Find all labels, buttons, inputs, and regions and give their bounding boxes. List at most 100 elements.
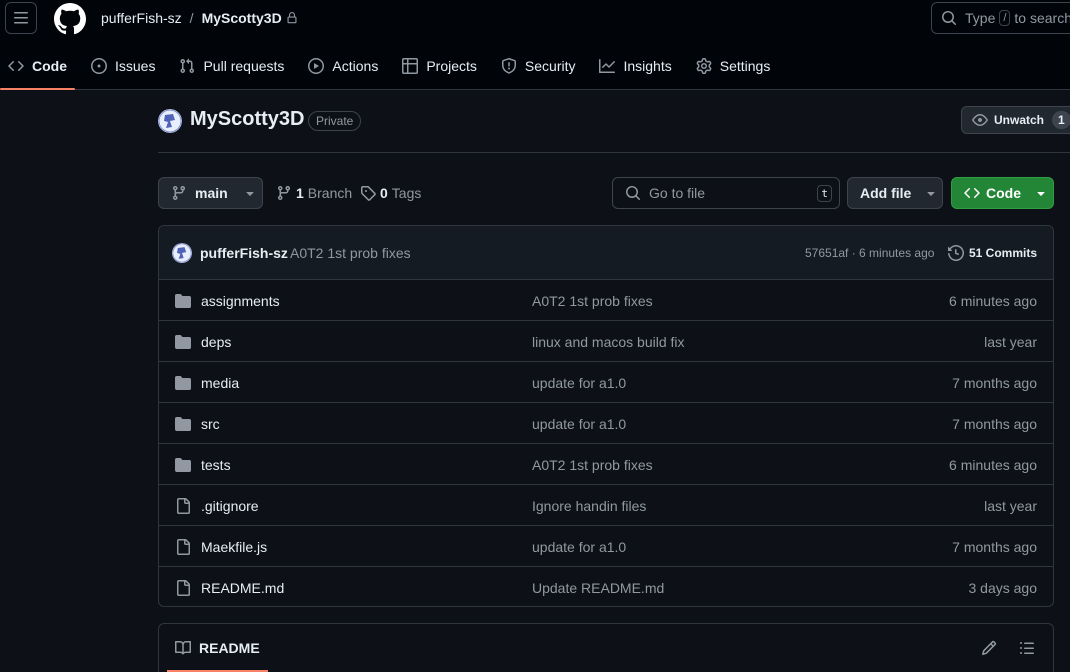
file-commit-message[interactable]: linux and macos build fix [532,334,685,350]
history-icon [948,245,964,261]
search-icon [942,11,957,26]
add-file-label: Add file [860,185,912,201]
breadcrumb: pufferFish-sz / MyScotty3D [101,10,298,26]
file-row[interactable]: .gitignore Ignore handin files last year [159,485,1053,526]
file-row[interactable]: src update for a1.0 7 months ago [159,403,1053,444]
branches-link[interactable]: 1 Branch [276,185,352,201]
commits-history-link[interactable]: 51 Commits [948,245,1037,261]
branch-select-button[interactable]: main [158,177,263,209]
file-name[interactable]: .gitignore [201,498,259,514]
file-row[interactable]: media update for a1.0 7 months ago [159,362,1053,403]
search-placeholder-suffix: to search [1014,10,1070,26]
file-name[interactable]: Maekfile.js [201,539,267,555]
tab-actions-label: Actions [332,58,379,74]
file-commit-message[interactable]: A0T2 1st prob fixes [532,293,653,309]
file-name[interactable]: README.md [201,580,284,596]
file-commit-message[interactable]: update for a1.0 [532,539,626,555]
tab-actions[interactable]: Actions [300,48,386,84]
shield-icon [501,58,516,74]
tab-security[interactable]: Security [493,48,584,84]
latest-commit-bar: pufferFish-sz A0T2 1st prob fixes 57651a… [159,226,1053,280]
lock-icon [287,12,297,24]
issue-opened-icon [91,58,107,74]
file-commit-message[interactable]: update for a1.0 [532,375,626,391]
tab-code[interactable]: Code [0,48,75,90]
file-commit-date: 6 minutes ago [949,293,1037,309]
file-commit-message[interactable]: A0T2 1st prob fixes [532,457,653,473]
file-commit-message[interactable]: Update README.md [532,580,664,596]
unwatch-button[interactable]: Unwatch 1 [961,106,1070,134]
git-branch-icon [277,186,290,201]
breadcrumb-repo[interactable]: MyScotty3D [202,10,282,26]
file-list: assignments A0T2 1st prob fixes 6 minutes … [159,280,1053,606]
file-row[interactable]: tests A0T2 1st prob fixes 6 minutes ago [159,444,1053,485]
github-mark-icon [54,3,86,35]
pencil-icon[interactable] [981,640,997,656]
file-name[interactable]: tests [201,457,231,473]
search-placeholder-prefix: Type [965,10,996,26]
play-icon [308,58,325,74]
tab-pull-requests-label: Pull requests [203,58,285,74]
tag-icon [361,186,376,201]
commit-author-avatar[interactable] [172,243,192,263]
graph-icon [599,59,616,73]
header-divider [158,152,1070,153]
file-row[interactable]: Maekfile.js update for a1.0 7 months ago [159,526,1053,567]
commit-message[interactable]: A0T2 1st prob fixes [290,245,411,261]
triangle-down-icon [927,192,935,196]
tab-issues[interactable]: Issues [83,48,163,84]
list-unordered-icon[interactable] [1019,640,1035,656]
file-name[interactable]: assignments [201,293,280,309]
tab-settings[interactable]: Settings [688,48,779,84]
search-icon [626,186,641,201]
folder-icon [175,376,191,390]
watch-count: 1 [1052,111,1070,129]
add-file-button[interactable]: Add file [847,177,943,209]
file-commit-date: 7 months ago [952,375,1037,391]
file-commit-date: 7 months ago [952,539,1037,555]
tab-issues-label: Issues [115,58,156,74]
github-logo[interactable] [54,3,86,35]
folder-icon [175,335,191,349]
go-to-file-placeholder: Go to file [649,185,706,201]
file-row[interactable]: README.md Update README.md 3 days ago [159,567,1053,606]
file-tree-table: pufferFish-sz A0T2 1st prob fixes 57651a… [158,225,1054,607]
menu-button[interactable] [5,2,37,34]
tab-settings-label: Settings [719,58,771,74]
tab-pull-requests[interactable]: Pull requests [171,48,292,84]
breadcrumb-owner[interactable]: pufferFish-sz [101,10,182,26]
triangle-down-icon [1037,192,1045,196]
file-commit-date: 6 minutes ago [949,457,1037,473]
code-icon [964,187,980,199]
global-header: pufferFish-sz / MyScotty3D Type / to sea… [0,0,1070,90]
book-icon [175,640,191,655]
file-name[interactable]: src [201,416,220,432]
tab-insights[interactable]: Insights [591,48,679,84]
file-commit-date: 7 months ago [952,416,1037,432]
tags-link[interactable]: 0 Tags [360,185,421,201]
code-button[interactable]: Code [951,177,1054,209]
tab-projects-label: Projects [426,58,477,74]
file-row[interactable]: deps linux and macos build fix last year [159,321,1053,362]
go-to-file-input[interactable]: Go to file t [612,177,840,209]
repo-title[interactable]: MyScotty3D [190,108,304,131]
file-commit-message[interactable]: Ignore handin files [532,498,646,514]
repo-tabs: Code Issues Pull requests Actions Projec… [0,48,786,90]
file-name[interactable]: deps [201,334,231,350]
file-name[interactable]: media [201,375,239,391]
global-search-input[interactable]: Type / to search [931,2,1070,34]
readme-tab-label: README [199,640,260,656]
branch-count: 1 [296,185,304,201]
triangle-down-icon [246,192,254,196]
visibility-badge: Private [308,111,362,131]
file-commit-message[interactable]: update for a1.0 [532,416,626,432]
readme-tab[interactable]: README [167,624,268,672]
tab-projects[interactable]: Projects [394,48,485,84]
go-to-file-shortcut: t [817,185,832,202]
file-row[interactable]: assignments A0T2 1st prob fixes 6 minutes … [159,280,1053,321]
commit-author[interactable]: pufferFish-sz [200,245,288,261]
branch-count-label: Branch [307,185,353,201]
tab-security-label: Security [524,58,576,74]
commit-hash-time[interactable]: 57651af · 6 minutes ago [805,246,934,260]
folder-icon [175,417,191,431]
